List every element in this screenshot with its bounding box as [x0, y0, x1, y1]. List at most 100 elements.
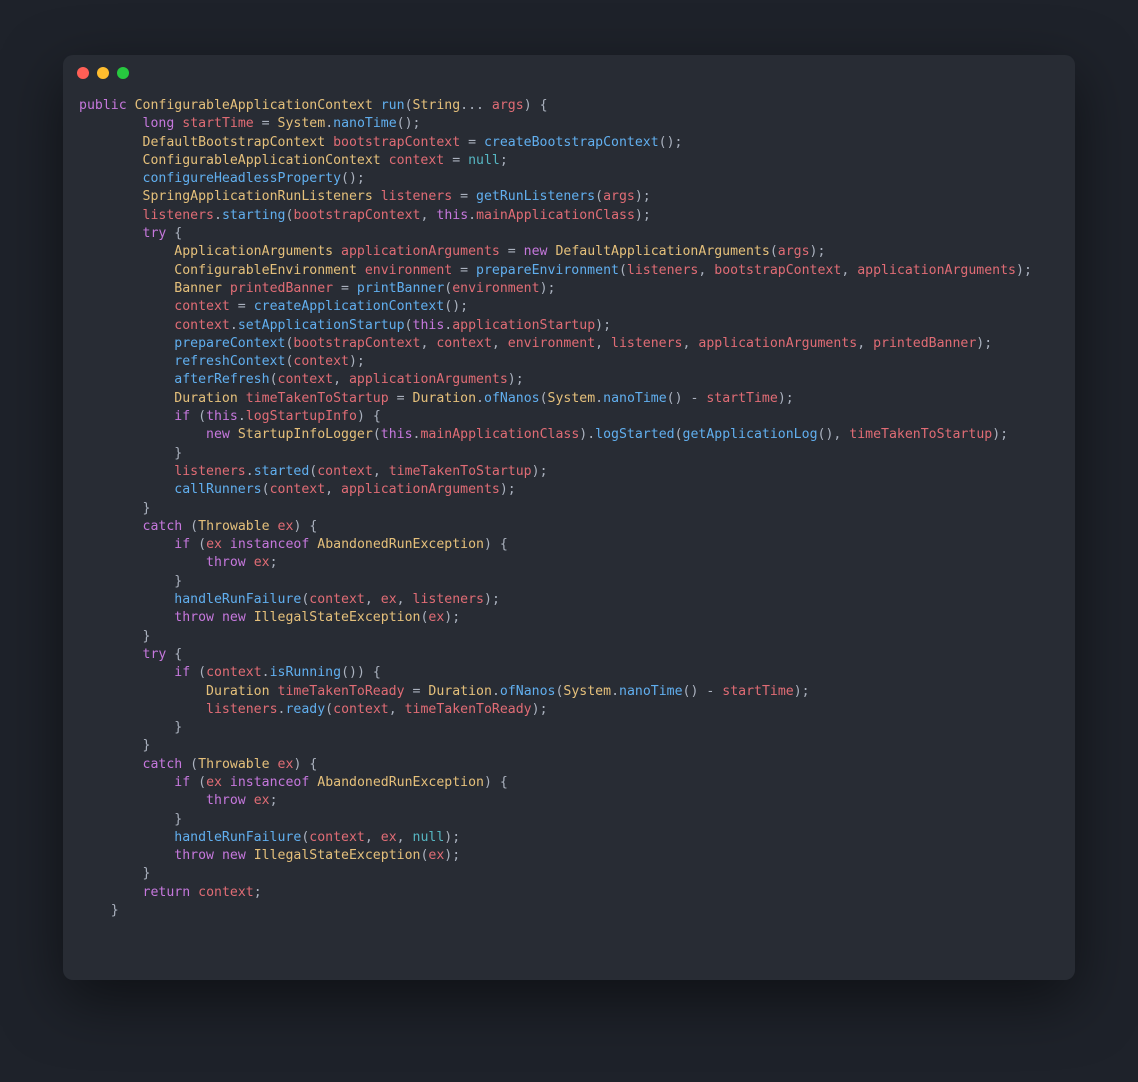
close-icon[interactable] — [77, 67, 89, 79]
code-token: context — [174, 318, 230, 333]
code-token: ready — [285, 702, 325, 717]
code-token: new — [524, 244, 548, 259]
minimize-icon[interactable] — [97, 67, 109, 79]
code-token: ConfigurableApplicationContext — [143, 153, 381, 168]
code-token: ConfigurableApplicationContext — [135, 98, 373, 113]
code-token: applicationStartup — [452, 318, 595, 333]
code-token — [79, 171, 143, 186]
code-token: try — [143, 226, 167, 241]
code-token — [79, 336, 174, 351]
code-token: getRunListeners — [476, 189, 595, 204]
code-token: logStartupInfo — [246, 409, 357, 424]
code-token: ; — [270, 793, 278, 808]
code-token: bootstrapContext — [293, 208, 420, 223]
code-line: DefaultBootstrapContext bootstrapContext… — [79, 135, 682, 150]
titlebar — [63, 55, 1075, 91]
code-token: . — [468, 208, 476, 223]
code-token: ex — [278, 519, 294, 534]
code-token: ; — [270, 555, 278, 570]
code-token: IllegalStateException — [254, 848, 421, 863]
code-token: , — [365, 592, 381, 607]
code-token: applicationArguments — [349, 372, 508, 387]
code-token: ) { — [524, 98, 548, 113]
code-token: ( — [325, 702, 333, 717]
code-token: createApplicationContext — [254, 299, 445, 314]
code-token — [270, 519, 278, 534]
code-token: DefaultApplicationArguments — [555, 244, 769, 259]
code-token: configureHeadlessProperty — [143, 171, 342, 186]
code-token: . — [262, 665, 270, 680]
code-token: context — [333, 702, 389, 717]
code-token: ( — [595, 189, 603, 204]
code-line: ApplicationArguments applicationArgument… — [79, 244, 825, 259]
code-token: startTime — [706, 391, 777, 406]
code-line: listeners.started(context, timeTakenToSt… — [79, 464, 548, 479]
code-token — [381, 153, 389, 168]
maximize-icon[interactable] — [117, 67, 129, 79]
code-token — [79, 189, 143, 204]
code-token — [246, 793, 254, 808]
code-token: ); — [992, 427, 1008, 442]
code-line: } — [79, 738, 150, 753]
code-token: Duration — [174, 391, 238, 406]
code-token — [238, 391, 246, 406]
code-token: setApplicationStartup — [238, 318, 405, 333]
code-token: , — [492, 336, 508, 351]
code-token: this — [381, 427, 413, 442]
code-line: handleRunFailure(context, ex, null); — [79, 830, 460, 845]
code-token: null — [413, 830, 445, 845]
code-token: context — [278, 372, 334, 387]
code-token: bootstrapContext — [714, 263, 841, 278]
code-token: timeTakenToStartup — [849, 427, 992, 442]
code-token: ( — [182, 757, 198, 772]
code-token: context — [206, 665, 262, 680]
code-token: public — [79, 98, 127, 113]
code-token: . — [214, 208, 222, 223]
code-token — [79, 775, 174, 790]
code-token: (); — [659, 135, 683, 150]
code-token: , — [333, 372, 349, 387]
code-token — [214, 610, 222, 625]
code-token: { — [166, 226, 182, 241]
code-token: return — [143, 885, 191, 900]
code-token: args — [778, 244, 810, 259]
code-token: ); — [484, 592, 500, 607]
code-line: } — [79, 629, 150, 644]
code-token — [190, 885, 198, 900]
code-token: ) { — [293, 519, 317, 534]
code-token: , — [365, 830, 381, 845]
code-line: Duration timeTakenToReady = Duration.ofN… — [79, 684, 810, 699]
code-line: if (ex instanceof AbandonedRunException)… — [79, 537, 508, 552]
code-token: prepareContext — [174, 336, 285, 351]
code-token: = — [500, 244, 524, 259]
code-token: , — [698, 263, 714, 278]
code-token: printedBanner — [230, 281, 333, 296]
code-token — [214, 848, 222, 863]
code-token: ex — [254, 555, 270, 570]
code-token: . — [238, 409, 246, 424]
code-token: . — [230, 318, 238, 333]
code-token — [270, 757, 278, 772]
code-token: ); — [540, 281, 556, 296]
code-token: bootstrapContext — [333, 135, 460, 150]
code-token: ... — [460, 98, 492, 113]
code-token: = — [460, 135, 484, 150]
code-viewer: public ConfigurableApplicationContext ru… — [63, 91, 1075, 980]
code-token — [79, 702, 206, 717]
code-token: ( — [190, 775, 206, 790]
code-token: System — [563, 684, 611, 699]
code-token: System — [548, 391, 596, 406]
code-token — [325, 135, 333, 150]
code-token: ex — [381, 830, 397, 845]
code-token: context — [270, 482, 326, 497]
code-window: public ConfigurableApplicationContext ru… — [63, 55, 1075, 980]
code-line: catch (Throwable ex) { — [79, 519, 317, 534]
code-token: this — [206, 409, 238, 424]
code-token — [79, 537, 174, 552]
code-token — [222, 775, 230, 790]
code-token: context — [436, 336, 492, 351]
code-token: ( — [619, 263, 627, 278]
code-token — [246, 848, 254, 863]
code-token: listeners — [611, 336, 682, 351]
code-line: if (this.logStartupInfo) { — [79, 409, 381, 424]
